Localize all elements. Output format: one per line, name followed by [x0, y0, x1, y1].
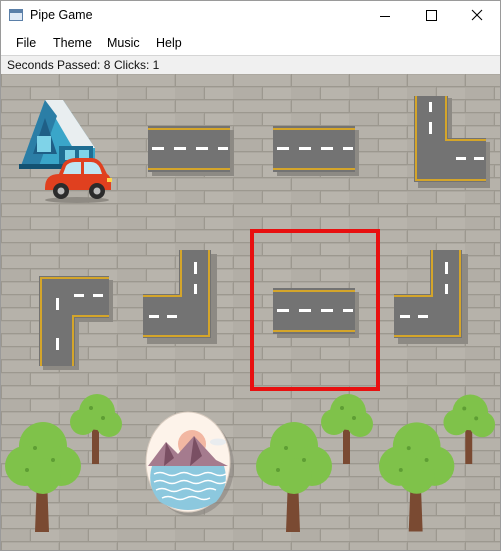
maximize-icon — [426, 10, 437, 21]
road-corner-down-right-tile[interactable] — [39, 274, 113, 370]
road-corner-up-left-tile[interactable] — [143, 250, 217, 344]
close-button[interactable] — [454, 1, 500, 31]
menu-theme[interactable]: Theme — [53, 36, 92, 50]
menu-bar: File Theme Music Help — [1, 33, 500, 54]
road-corner-up-right-tile[interactable] — [412, 94, 490, 188]
goal-lake-tile[interactable] — [144, 410, 234, 518]
road-horizontal-tile[interactable] — [273, 124, 359, 176]
minimize-icon — [380, 16, 390, 17]
close-icon — [471, 9, 483, 21]
selected-tile-highlight — [250, 229, 380, 391]
status-bar: Seconds Passed: 8 Clicks: 1 — [1, 55, 500, 75]
lake-mountain-icon — [145, 411, 234, 516]
road-corner-up-left-tile[interactable] — [394, 250, 468, 344]
menu-help[interactable]: Help — [156, 36, 182, 50]
game-window: Pipe Game File Theme Music Help Seconds … — [0, 0, 501, 551]
road-horizontal-tile[interactable] — [148, 124, 234, 176]
seconds-passed-label: Seconds Passed: 8 — [7, 58, 111, 72]
menu-music[interactable]: Music — [107, 36, 140, 50]
minimize-button[interactable] — [362, 1, 408, 31]
window-title: Pipe Game — [30, 8, 93, 22]
tree-icon — [256, 394, 373, 532]
menu-file[interactable]: File — [16, 36, 36, 50]
trees-scenery-tile — [377, 390, 500, 536]
clicks-label: Clicks: 1 — [114, 58, 160, 72]
maximize-button[interactable] — [408, 1, 454, 31]
title-bar[interactable]: Pipe Game — [1, 1, 500, 31]
app-window-icon — [9, 9, 23, 21]
game-board — [1, 74, 500, 550]
tree-icon — [5, 394, 122, 532]
start-house-car-tile[interactable] — [11, 94, 121, 204]
trees-scenery-tile — [254, 390, 378, 536]
tree-icon — [378, 394, 496, 532]
trees-scenery-tile — [3, 390, 127, 536]
